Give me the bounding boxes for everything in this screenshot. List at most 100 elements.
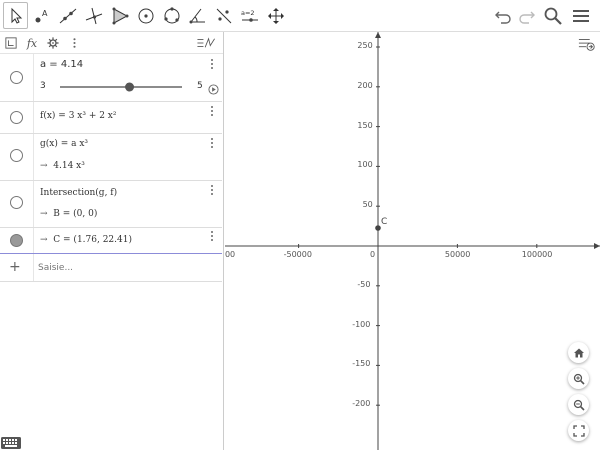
reflect-tool-button[interactable] bbox=[211, 2, 236, 29]
keyboard-icon[interactable] bbox=[0, 436, 22, 450]
row-menu-button[interactable] bbox=[211, 138, 215, 150]
algebra-view: fx a = 4.14 3 5 f(x) = 3 x³ + 2 x² g(x) … bbox=[0, 32, 224, 450]
point-c-output: → C = (1.76, 22.41) bbox=[40, 235, 132, 245]
style-bar-icon bbox=[197, 37, 215, 48]
main-menu-button[interactable] bbox=[570, 5, 592, 27]
function-g-output: → 4.14 x³ bbox=[40, 161, 85, 171]
style-bar-icon bbox=[578, 39, 595, 51]
perpendicular-tool-button[interactable] bbox=[81, 2, 106, 29]
home-icon bbox=[573, 348, 584, 357]
slider-track[interactable] bbox=[58, 81, 186, 93]
y-tick-label: -100 bbox=[352, 319, 371, 329]
angle-tool-icon bbox=[189, 8, 205, 23]
algebra-header: fx bbox=[0, 32, 223, 54]
move-tool-icon bbox=[11, 7, 22, 24]
row-menu-button[interactable] bbox=[211, 59, 215, 71]
y-tick-label: 50 bbox=[362, 200, 373, 210]
x-tick-label: -100000 bbox=[225, 250, 236, 259]
output-arrow: → bbox=[40, 235, 48, 245]
graphics-view[interactable]: C -150000-100000-50000500001000001500002… bbox=[225, 32, 600, 450]
sort-icon bbox=[5, 37, 17, 49]
y-tick-label: 250 bbox=[357, 41, 373, 50]
polygon-tool-button[interactable] bbox=[107, 2, 132, 29]
slider-definition[interactable]: a = 4.14 bbox=[40, 59, 83, 70]
move-tool-button[interactable] bbox=[3, 2, 28, 29]
menu-icon bbox=[573, 10, 589, 22]
function-g-row[interactable]: g(x) = a x³ → 4.14 x³ bbox=[0, 134, 222, 181]
function-f-row[interactable]: f(x) = 3 x³ + 2 x² bbox=[0, 102, 222, 134]
settings-button[interactable] bbox=[46, 35, 60, 51]
point-c[interactable] bbox=[375, 225, 381, 231]
visibility-toggle[interactable] bbox=[10, 234, 23, 247]
row-separator bbox=[33, 254, 34, 281]
polygon-tool-icon bbox=[112, 7, 128, 24]
search-button[interactable] bbox=[542, 5, 564, 27]
algebra-style-bar-button[interactable] bbox=[195, 35, 217, 51]
line-tool-icon bbox=[59, 8, 76, 23]
x-tick-label: -50000 bbox=[283, 250, 312, 259]
coordinate-axes: C bbox=[225, 32, 600, 450]
slider-tool-button[interactable]: a=2 bbox=[237, 2, 262, 29]
zoom-out-button[interactable] bbox=[568, 394, 589, 415]
zoom-out-icon bbox=[573, 399, 585, 411]
fullscreen-button[interactable] bbox=[568, 420, 589, 441]
y-tick-label: 100 bbox=[357, 160, 373, 170]
input-row[interactable]: + bbox=[0, 254, 222, 282]
x-axis-arrow bbox=[594, 243, 600, 249]
intersection-definition[interactable]: Intersection(g, f) bbox=[40, 188, 117, 198]
redo-button[interactable] bbox=[515, 5, 537, 27]
slider-row[interactable]: a = 4.14 3 5 bbox=[0, 54, 222, 102]
algebra-input[interactable] bbox=[38, 261, 208, 275]
geogebra-app: A a=2 fx a = 4.14 3 5 f(x) = 3 x³ + 2 x²… bbox=[0, 0, 600, 450]
row-separator bbox=[33, 102, 34, 133]
row-menu-button[interactable] bbox=[211, 185, 215, 197]
point-tool-button[interactable]: A bbox=[29, 2, 54, 29]
slider-tool-icon: a=2 bbox=[241, 9, 258, 22]
undo-button[interactable] bbox=[493, 5, 515, 27]
origin-label: 0 bbox=[370, 250, 376, 259]
more-options-button[interactable] bbox=[70, 35, 78, 51]
perpendicular-tool-icon bbox=[85, 7, 102, 24]
y-tick-label: 150 bbox=[357, 120, 373, 130]
y-tick-label: -50 bbox=[357, 279, 371, 289]
zoom-in-button[interactable] bbox=[568, 368, 589, 389]
graphics-style-bar-button[interactable] bbox=[576, 34, 598, 54]
row-separator bbox=[33, 54, 34, 101]
visibility-toggle[interactable] bbox=[10, 71, 23, 84]
line-tool-button[interactable] bbox=[55, 2, 80, 29]
zoom-in-icon bbox=[573, 373, 585, 385]
point-c-label: C bbox=[381, 217, 387, 227]
row-separator bbox=[33, 181, 34, 227]
play-icon[interactable] bbox=[208, 84, 219, 95]
x-tick-label: 50000 bbox=[444, 250, 471, 259]
row-menu-button[interactable] bbox=[211, 231, 215, 243]
visibility-toggle[interactable] bbox=[10, 149, 23, 162]
row-menu-button[interactable] bbox=[211, 106, 215, 118]
sort-button[interactable] bbox=[4, 35, 18, 51]
point-c-row[interactable]: → C = (1.76, 22.41) bbox=[0, 228, 222, 254]
function-f-definition[interactable]: f(x) = 3 x³ + 2 x² bbox=[40, 111, 117, 121]
home-button[interactable] bbox=[568, 342, 589, 363]
slider-knob[interactable] bbox=[125, 82, 135, 92]
move-graphics-view-button[interactable] bbox=[263, 2, 288, 29]
undo-icon bbox=[495, 11, 511, 24]
visibility-toggle[interactable] bbox=[10, 196, 23, 209]
x-tick-label: 100000 bbox=[521, 250, 553, 259]
circle-three-points-button[interactable] bbox=[159, 2, 184, 29]
circle-tool-button[interactable] bbox=[133, 2, 158, 29]
point-tool-icon: A bbox=[35, 9, 48, 22]
move-graphics-view-icon bbox=[267, 7, 284, 24]
add-icon[interactable]: + bbox=[9, 259, 21, 275]
svg-text:A: A bbox=[42, 9, 48, 18]
angle-tool-button[interactable] bbox=[185, 2, 210, 29]
output-arrow: → bbox=[40, 209, 48, 219]
slider-min-label: 3 bbox=[40, 81, 46, 91]
intersection-row[interactable]: Intersection(g, f) → B = (0, 0) bbox=[0, 181, 222, 228]
function-g-output-value: 4.14 x³ bbox=[53, 161, 85, 171]
intersection-output: → B = (0, 0) bbox=[40, 209, 97, 219]
visibility-toggle[interactable] bbox=[10, 111, 23, 124]
description-button[interactable]: fx bbox=[24, 35, 40, 51]
function-g-definition[interactable]: g(x) = a x³ bbox=[40, 139, 88, 149]
redo-icon bbox=[519, 11, 535, 24]
svg-text:a=2: a=2 bbox=[241, 9, 255, 17]
